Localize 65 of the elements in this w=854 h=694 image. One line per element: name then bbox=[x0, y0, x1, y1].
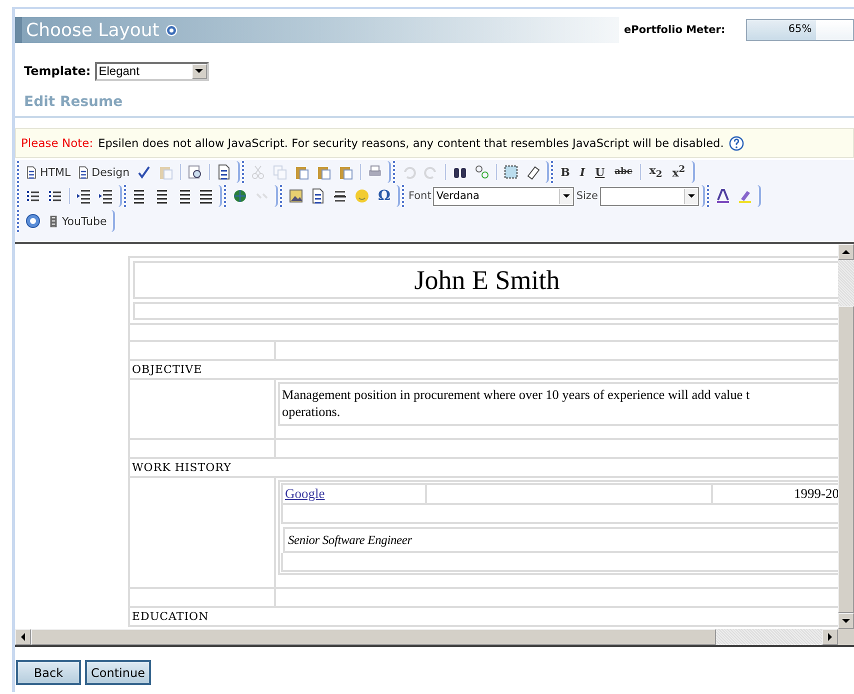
template-label: Template: bbox=[24, 64, 91, 78]
dropdown-arrow-icon[interactable] bbox=[563, 194, 570, 198]
toolbar-dropdown[interactable]: Verdana bbox=[433, 186, 574, 206]
outdent-icon[interactable] bbox=[76, 188, 92, 204]
numbered-list-icon[interactable] bbox=[25, 188, 41, 204]
note-label: Please Note: bbox=[21, 136, 94, 150]
globe-link-icon[interactable] bbox=[232, 188, 248, 204]
italic-button[interactable]: I bbox=[576, 166, 590, 178]
eraser-icon[interactable] bbox=[524, 164, 541, 180]
right-arrow-icon[interactable] bbox=[828, 633, 832, 641]
left-arrow-icon[interactable] bbox=[21, 633, 25, 641]
design-view-icon bbox=[76, 166, 90, 178]
subscript-button[interactable]: x$_{2}$ bbox=[645, 164, 666, 180]
resume-name: John E Smith bbox=[133, 261, 838, 299]
document-icon[interactable] bbox=[216, 164, 232, 180]
indent-icon[interactable] bbox=[98, 188, 114, 204]
code-view-icon bbox=[25, 166, 38, 178]
section-heading: Edit Resume bbox=[15, 94, 854, 118]
select-all-icon[interactable] bbox=[502, 164, 519, 180]
spellcheck-icon[interactable] bbox=[136, 164, 152, 180]
replace-icon[interactable] bbox=[474, 164, 490, 180]
toolbar-label: Size bbox=[576, 190, 598, 202]
scrollbar-thumb[interactable] bbox=[31, 629, 716, 645]
resume-section-heading: WORK HISTORY bbox=[132, 461, 232, 474]
superscript-button[interactable]: x$^{2}$ bbox=[668, 164, 690, 180]
nav-button[interactable]: Continue bbox=[85, 660, 151, 685]
horizontal-scrollbar[interactable] bbox=[15, 629, 854, 647]
strikethrough-button[interactable]: abc bbox=[610, 167, 636, 177]
align-center-icon[interactable] bbox=[154, 188, 170, 204]
horizontal-rule-icon[interactable] bbox=[332, 188, 348, 204]
toolbar-label: Font bbox=[408, 190, 432, 202]
nav-button[interactable]: Back bbox=[16, 660, 81, 685]
scrollbar-thumb[interactable] bbox=[838, 306, 854, 613]
resume-section-heading: OBJECTIVE bbox=[132, 363, 202, 376]
view-button[interactable]: Design bbox=[74, 166, 132, 178]
scrollbar-corner bbox=[838, 629, 854, 645]
view-button[interactable]: YouTube bbox=[45, 214, 109, 228]
bold-button[interactable]: B bbox=[556, 166, 574, 178]
meter-reading: 65% bbox=[787, 23, 813, 35]
bullet-list-icon[interactable] bbox=[47, 188, 63, 204]
view-button[interactable]: HTML bbox=[23, 166, 73, 178]
justify-icon[interactable] bbox=[198, 188, 214, 204]
font-color-icon[interactable] bbox=[714, 188, 731, 204]
page-icon[interactable] bbox=[310, 188, 326, 204]
vertical-scrollbar[interactable] bbox=[838, 244, 854, 629]
up-arrow-icon[interactable] bbox=[842, 250, 850, 254]
meter-label: ePortfolio Meter: bbox=[624, 24, 726, 36]
magnifier-icon[interactable] bbox=[186, 164, 203, 180]
image-icon[interactable] bbox=[288, 188, 304, 204]
note-text: Epsilen does not allow JavaScript. For security reasons, any content that resembles JavaScript will be disabled. bbox=[98, 136, 724, 150]
paste-icon[interactable] bbox=[316, 164, 332, 180]
employer-link[interactable]: Google bbox=[285, 486, 325, 502]
dropdown-arrow-icon[interactable] bbox=[688, 194, 695, 198]
underline-button[interactable]: U bbox=[591, 166, 609, 178]
resume-section-heading: EDUCATION bbox=[132, 610, 209, 623]
paste-icon[interactable] bbox=[338, 164, 354, 180]
objective-text: Management position in procurement where over 10 years of experience will add value t operations. bbox=[278, 382, 838, 426]
job-title: Senior Software Engineer bbox=[283, 527, 838, 553]
dropdown-arrow-icon[interactable] bbox=[195, 69, 204, 73]
page-title: Choose Layout bbox=[26, 20, 160, 40]
highlight-icon[interactable] bbox=[736, 188, 753, 204]
paste-icon[interactable] bbox=[294, 164, 310, 180]
down-arrow-icon[interactable] bbox=[842, 619, 850, 623]
special-character-button[interactable]: Ω bbox=[374, 188, 394, 204]
template-dropdown[interactable]: Elegant bbox=[94, 62, 209, 80]
